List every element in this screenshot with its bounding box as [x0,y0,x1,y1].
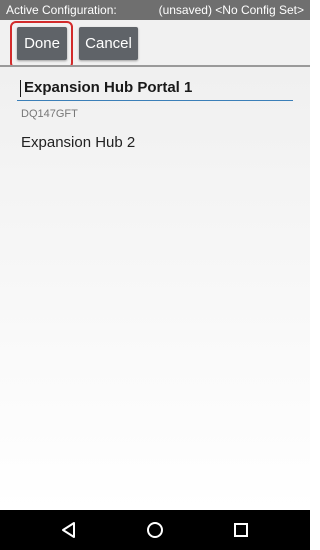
device-name-input[interactable]: Expansion Hub Portal 1 [17,77,293,101]
list-item-expansion-hub-2[interactable]: Expansion Hub 2 [21,134,135,151]
content-area: Expansion Hub Portal 1 DQ147GFT Expansio… [0,67,310,510]
status-config-name: (unsaved) <No Config Set> [158,3,304,17]
done-button[interactable]: Done [17,27,67,60]
status-active-config-label: Active Configuration: [6,3,117,17]
text-cursor [20,80,21,97]
back-icon[interactable] [59,520,79,540]
cancel-button[interactable]: Cancel [79,27,138,60]
navigation-bar [0,510,310,550]
serial-number: DQ147GFT [21,108,78,120]
status-bar: Active Configuration: (unsaved) <No Conf… [0,0,310,20]
device-name-value: Expansion Hub Portal 1 [24,79,193,96]
home-icon[interactable] [145,520,165,540]
recents-icon[interactable] [231,520,251,540]
toolbar: Done Cancel [0,20,310,69]
